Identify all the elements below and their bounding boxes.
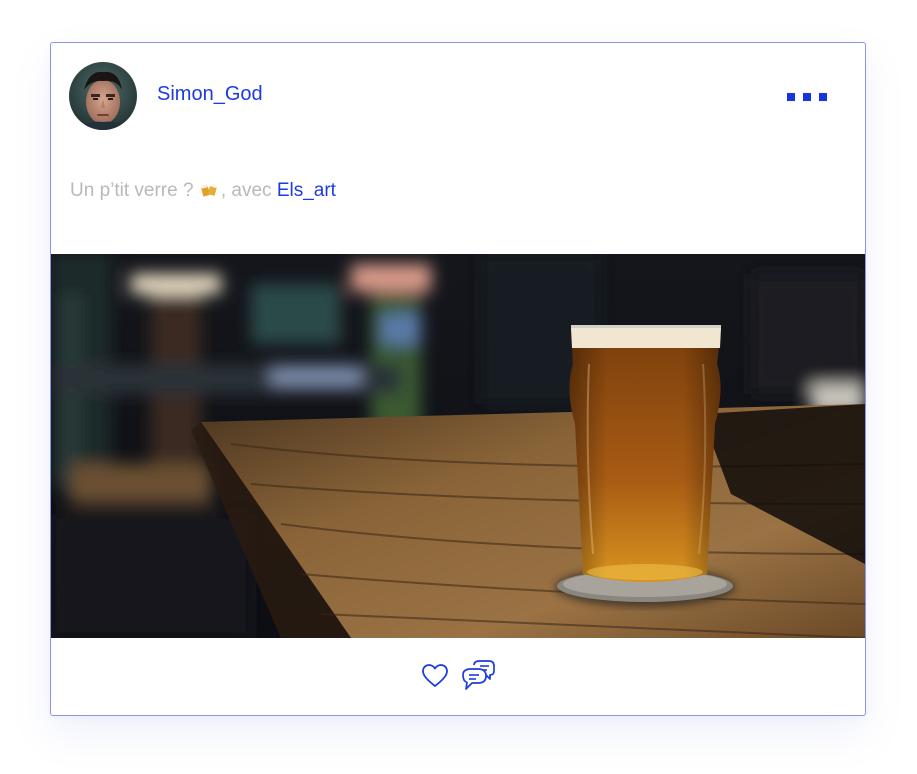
three-dots-icon bbox=[819, 93, 827, 101]
more-options-button[interactable] bbox=[781, 87, 831, 107]
caption-text: Un p’tit verre ? bbox=[70, 180, 199, 201]
three-dots-icon bbox=[787, 93, 795, 101]
caption-text: , avec bbox=[220, 180, 277, 201]
three-dots-icon bbox=[803, 93, 811, 101]
post-caption: Un p’tit verre ? , avec Els_art bbox=[70, 180, 336, 202]
username-link[interactable]: Simon_God bbox=[157, 83, 263, 106]
like-button[interactable] bbox=[421, 663, 449, 689]
post-card: Simon_God Un p’tit verre ? , avec Els_ar… bbox=[50, 42, 866, 716]
heart-icon bbox=[422, 664, 448, 687]
post-actions bbox=[51, 638, 865, 715]
page: Simon_God Un p’tit verre ? , avec Els_ar… bbox=[0, 0, 917, 774]
post-header: Simon_God bbox=[51, 43, 865, 147]
chat-bubbles-icon bbox=[462, 660, 495, 690]
post-image[interactable] bbox=[51, 254, 865, 638]
beer-glass-on-bar-photo-icon bbox=[51, 254, 865, 638]
avatar-photo-icon bbox=[69, 62, 137, 130]
avatar[interactable] bbox=[69, 62, 137, 130]
beer-mugs-icon bbox=[200, 183, 217, 197]
comment-button[interactable] bbox=[460, 659, 496, 693]
mention-link[interactable]: Els_art bbox=[277, 180, 336, 201]
